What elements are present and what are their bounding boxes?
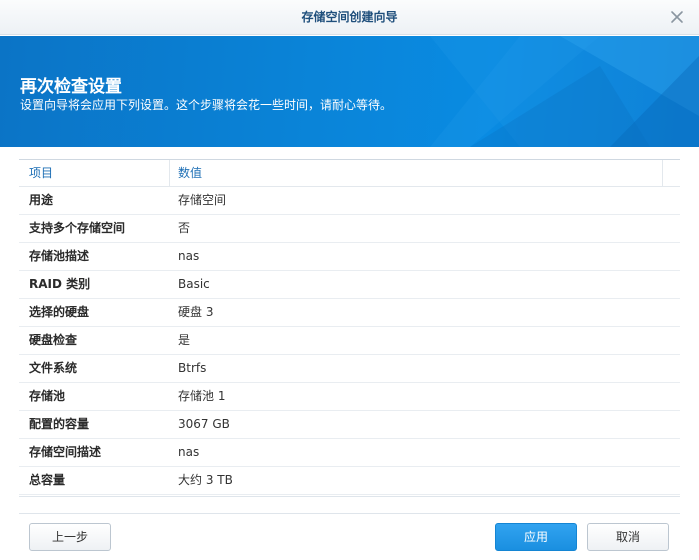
row-key: 配置的容量 (29, 417, 90, 431)
window-title: 存储空间创建向导 (301, 10, 398, 24)
row-key: 选择的硬盘 (29, 305, 90, 319)
cancel-button[interactable]: 取消 (587, 523, 669, 551)
column-header-value[interactable]: 数值 (178, 160, 202, 186)
table-row: RAID 类别 Basic (19, 271, 680, 299)
header-banner: 再次检查设置 设置向导将会应用下列设置。这个步骤将会花一些时间，请耐心等待。 (0, 36, 699, 147)
previous-button[interactable]: 上一步 (29, 523, 111, 551)
column-header-item[interactable]: 项目 (29, 160, 53, 186)
table-row: 用途 存储空间 (19, 187, 680, 215)
row-value: nas (178, 445, 200, 459)
settings-table: 项目 数值 用途 存储空间 支持多个存储空间 否 存储池描述 nas RAID … (19, 159, 680, 497)
title-bar[interactable]: 存储空间创建向导 (0, 0, 699, 35)
row-value: 存储池 1 (178, 389, 226, 403)
row-key: 总容量 (29, 473, 66, 487)
row-key: 存储池 (29, 389, 66, 403)
row-value: 存储空间 (178, 193, 227, 207)
row-value: Basic (178, 277, 210, 291)
close-icon[interactable] (669, 9, 685, 25)
table-row: 配置的容量 3067 GB (19, 411, 680, 439)
step-title: 再次检查设置 (20, 77, 122, 97)
table-row: 存储空间描述 nas (19, 439, 680, 467)
row-key: 用途 (29, 193, 54, 207)
table-row: 支持多个存储空间 否 (19, 215, 680, 243)
footer-divider (19, 513, 680, 514)
row-value: nas (178, 249, 200, 263)
row-key: 硬盘检查 (29, 333, 78, 347)
row-value: 3067 GB (178, 417, 230, 431)
row-value: 大约 3 TB (178, 473, 233, 487)
wizard-dialog: 存储空间创建向导 再次检查设置 设置向导将会应用下列设置。这个步骤将会花一些时间… (0, 0, 699, 560)
table-row: 文件系统 Btrfs (19, 355, 680, 383)
row-key: RAID 类别 (29, 277, 91, 291)
row-key: 文件系统 (29, 361, 78, 375)
table-header: 项目 数值 (19, 160, 680, 187)
row-key: 存储空间描述 (29, 445, 102, 459)
row-key: 支持多个存储空间 (29, 221, 126, 235)
column-divider[interactable] (169, 160, 170, 186)
row-value: Btrfs (178, 361, 207, 375)
row-key: 存储池描述 (29, 249, 90, 263)
step-subtitle: 设置向导将会应用下列设置。这个步骤将会花一些时间，请耐心等待。 (20, 98, 393, 112)
apply-button[interactable]: 应用 (495, 523, 577, 551)
table-row: 总容量 大约 3 TB (19, 467, 680, 495)
table-row: 硬盘检查 是 (19, 327, 680, 355)
table-row: 存储池 存储池 1 (19, 383, 680, 411)
column-divider[interactable] (662, 160, 663, 186)
row-value: 否 (178, 221, 191, 235)
table-row: 存储池描述 nas (19, 243, 680, 271)
row-value: 是 (178, 333, 191, 347)
row-value: 硬盘 3 (178, 305, 214, 319)
table-row: 选择的硬盘 硬盘 3 (19, 299, 680, 327)
